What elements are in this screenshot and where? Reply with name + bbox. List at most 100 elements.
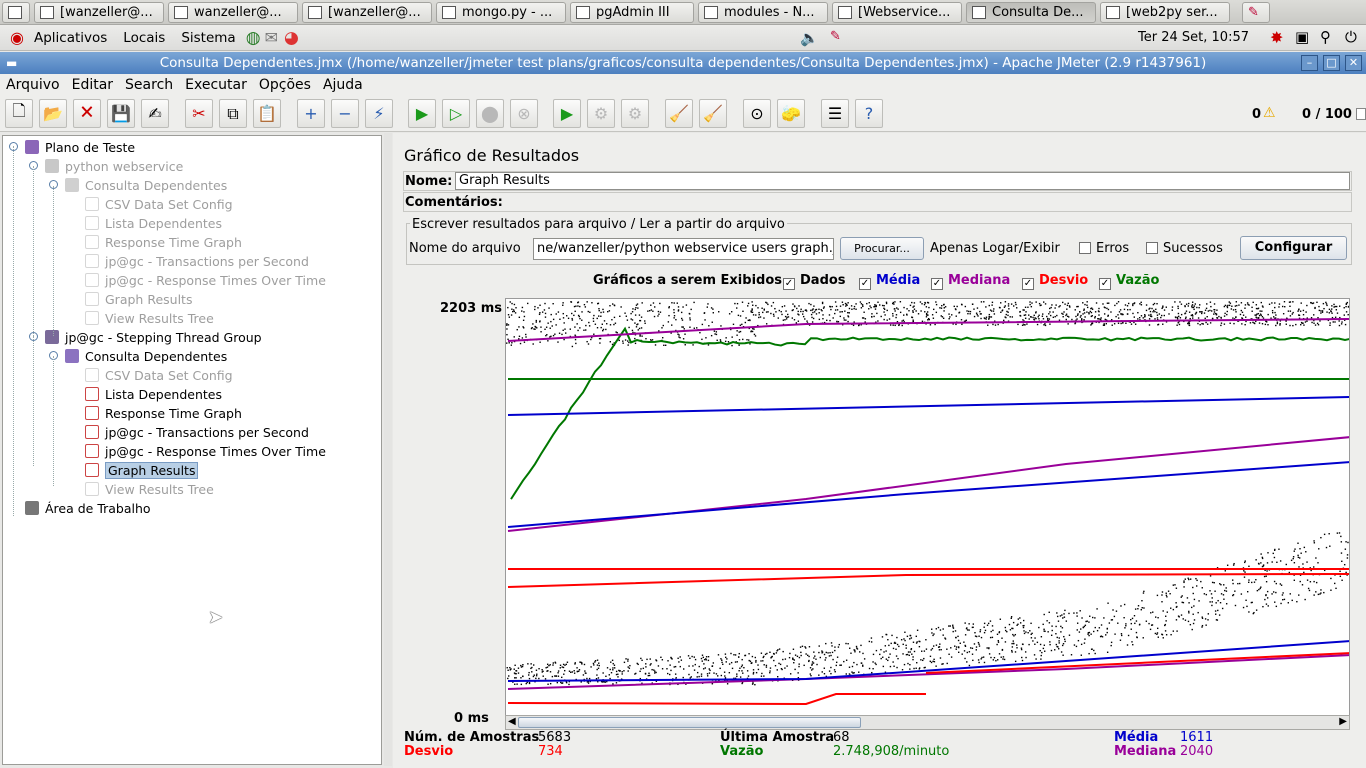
legend-desvio[interactable]: ✓ Desvio: [1022, 273, 1088, 290]
legend-mediana[interactable]: ✓ Mediana: [931, 273, 1010, 290]
tree-node[interactable]: jp@gc - Transactions per Second: [85, 252, 309, 270]
tree-node[interactable]: Graph Results: [85, 461, 199, 479]
legend-dados[interactable]: ✓ Dados: [783, 273, 846, 290]
tree-node[interactable]: Graph Results: [85, 290, 192, 308]
tree-node[interactable]: View Results Tree: [85, 480, 214, 498]
tree-node[interactable]: Consulta Dependentes: [65, 347, 227, 365]
toggle-icon[interactable]: ⚡: [365, 99, 393, 128]
errors-checkbox[interactable]: Erros: [1079, 241, 1129, 256]
filename-input[interactable]: ne/wanzeller/python webservice users gra…: [533, 238, 834, 260]
stop-icon[interactable]: ⬤: [476, 99, 504, 128]
tree-node[interactable]: CSV Data Set Config: [85, 366, 233, 384]
collapse-icon[interactable]: −: [331, 99, 359, 128]
alert-icon[interactable]: ✸: [1270, 28, 1283, 47]
task-button[interactable]: [web2py ser...: [1100, 1, 1230, 23]
task-button[interactable]: wanzeller@...: [168, 1, 298, 23]
remote-start-icon[interactable]: ▶: [553, 99, 581, 128]
scroll-right-icon[interactable]: ▶: [1339, 716, 1347, 727]
mail-icon[interactable]: ✉: [265, 28, 278, 47]
tree-node[interactable]: jp@gc - Response Times Over Time: [85, 442, 326, 460]
tree-node[interactable]: CSV Data Set Config: [85, 195, 233, 213]
remote-stop-icon[interactable]: ⚙: [587, 99, 615, 128]
remote-shutdown-icon[interactable]: ⚙: [621, 99, 649, 128]
clear-icon[interactable]: 🧹: [665, 99, 693, 128]
paste-icon[interactable]: 📋: [253, 99, 281, 128]
save-icon[interactable]: 💾: [107, 99, 135, 128]
menu-locais[interactable]: Locais: [123, 30, 165, 46]
legend-vazao[interactable]: ✓ Vazão: [1099, 273, 1159, 290]
graph-scrollbar[interactable]: ◀ ▶: [505, 715, 1350, 730]
tree-node[interactable]: jp@gc - Stepping Thread Group: [45, 328, 262, 346]
search-binoculars-icon[interactable]: ⊙: [743, 99, 771, 128]
minimize-button[interactable]: –: [1301, 55, 1318, 71]
globe-icon[interactable]: ◍: [246, 28, 261, 48]
test-plan-tree[interactable]: Plano de Teste python webservice Consulta …: [2, 135, 382, 765]
jmeter-tray-icon[interactable]: ✎: [830, 29, 841, 44]
help-icon[interactable]: ?: [855, 99, 883, 128]
chrome-icon[interactable]: ◕: [284, 28, 299, 48]
menu-executar[interactable]: Executar: [185, 77, 247, 93]
checkbox-box[interactable]: [1146, 242, 1158, 254]
comments-field[interactable]: [501, 193, 1351, 211]
power-icon[interactable]: ⏻: [1345, 28, 1357, 46]
tree-node[interactable]: Lista Dependentes: [85, 214, 222, 232]
menu-ajuda[interactable]: Ajuda: [323, 77, 363, 93]
copy-icon[interactable]: ⧉: [219, 99, 247, 128]
monitor-icon[interactable]: ▣: [1295, 28, 1309, 46]
open-icon[interactable]: 📂: [39, 99, 67, 128]
menu-arquivo[interactable]: Arquivo: [6, 77, 60, 93]
volume-icon[interactable]: 🔈: [800, 29, 819, 47]
menu-editar[interactable]: Editar: [72, 77, 113, 93]
search-icon[interactable]: ⚲: [1320, 28, 1331, 46]
tree-node[interactable]: Plano de Teste: [25, 138, 135, 156]
tree-node[interactable]: Lista Dependentes: [85, 385, 222, 403]
close-button[interactable]: ✕: [1345, 55, 1362, 71]
clear-all-icon[interactable]: 🧹: [699, 99, 727, 128]
task-button[interactable]: [wanzeller@...: [34, 1, 164, 23]
new-icon[interactable]: 🗋: [5, 99, 33, 128]
task-button[interactable]: mongo.py - ...: [436, 1, 566, 23]
tree-node[interactable]: Área de Trabalho: [25, 499, 151, 517]
task-button[interactable]: pgAdmin III: [570, 1, 694, 23]
window-menu-icon[interactable]: ▬: [6, 52, 17, 74]
tree-node[interactable]: python webservice: [45, 157, 183, 175]
tree-node[interactable]: View Results Tree: [85, 309, 214, 327]
shutdown-icon[interactable]: ⊗: [510, 99, 538, 128]
reset-search-icon[interactable]: 🧽: [777, 99, 805, 128]
menu-search[interactable]: Search: [125, 77, 173, 93]
scrollbar-thumb[interactable]: [518, 717, 861, 728]
legend-media[interactable]: ✓ Média: [859, 273, 920, 290]
tree-node[interactable]: Response Time Graph: [85, 404, 242, 422]
tree-node[interactable]: jp@gc - Transactions per Second: [85, 423, 309, 441]
tree-node[interactable]: jp@gc - Response Times Over Time: [85, 271, 326, 289]
function-helper-icon[interactable]: ☰: [821, 99, 849, 128]
task-button[interactable]: [Webservice...: [832, 1, 962, 23]
browse-button[interactable]: Procurar...: [840, 237, 924, 260]
name-field[interactable]: Graph Results: [455, 172, 1350, 190]
scroll-left-icon[interactable]: ◀: [508, 716, 516, 727]
menu-sistema[interactable]: Sistema: [181, 30, 235, 46]
task-button[interactable]: [wanzeller@...: [302, 1, 432, 23]
start-icon[interactable]: ▶: [408, 99, 436, 128]
expand-icon[interactable]: +: [297, 99, 325, 128]
configure-button[interactable]: Configurar: [1240, 236, 1347, 260]
data-point: [1103, 313, 1106, 315]
clock[interactable]: Ter 24 Set, 10:57: [1138, 30, 1249, 45]
jmeter-tray-task[interactable]: ✎: [1242, 1, 1270, 23]
task-button[interactable]: modules - N...: [698, 1, 828, 23]
tree-node[interactable]: Response Time Graph: [85, 233, 242, 251]
warning-icon[interactable]: ⚠: [1263, 105, 1276, 121]
menu-aplicativos[interactable]: Aplicativos: [34, 30, 107, 46]
show-desktop-button[interactable]: [2, 1, 30, 23]
task-button[interactable]: Consulta De...: [966, 1, 1096, 23]
checkbox-box[interactable]: [1079, 242, 1091, 254]
save-as-icon[interactable]: ✍: [141, 99, 169, 128]
start-no-pauses-icon[interactable]: ▷: [442, 99, 470, 128]
cut-icon[interactable]: ✂: [185, 99, 213, 128]
menu-opcoes[interactable]: Opções: [259, 77, 311, 93]
pane-splitter[interactable]: [384, 133, 392, 766]
close-file-icon[interactable]: 🗙: [73, 99, 101, 128]
success-checkbox[interactable]: Sucessos: [1146, 241, 1223, 256]
tree-node[interactable]: Consulta Dependentes: [65, 176, 227, 194]
maximize-button[interactable]: □: [1323, 55, 1340, 71]
